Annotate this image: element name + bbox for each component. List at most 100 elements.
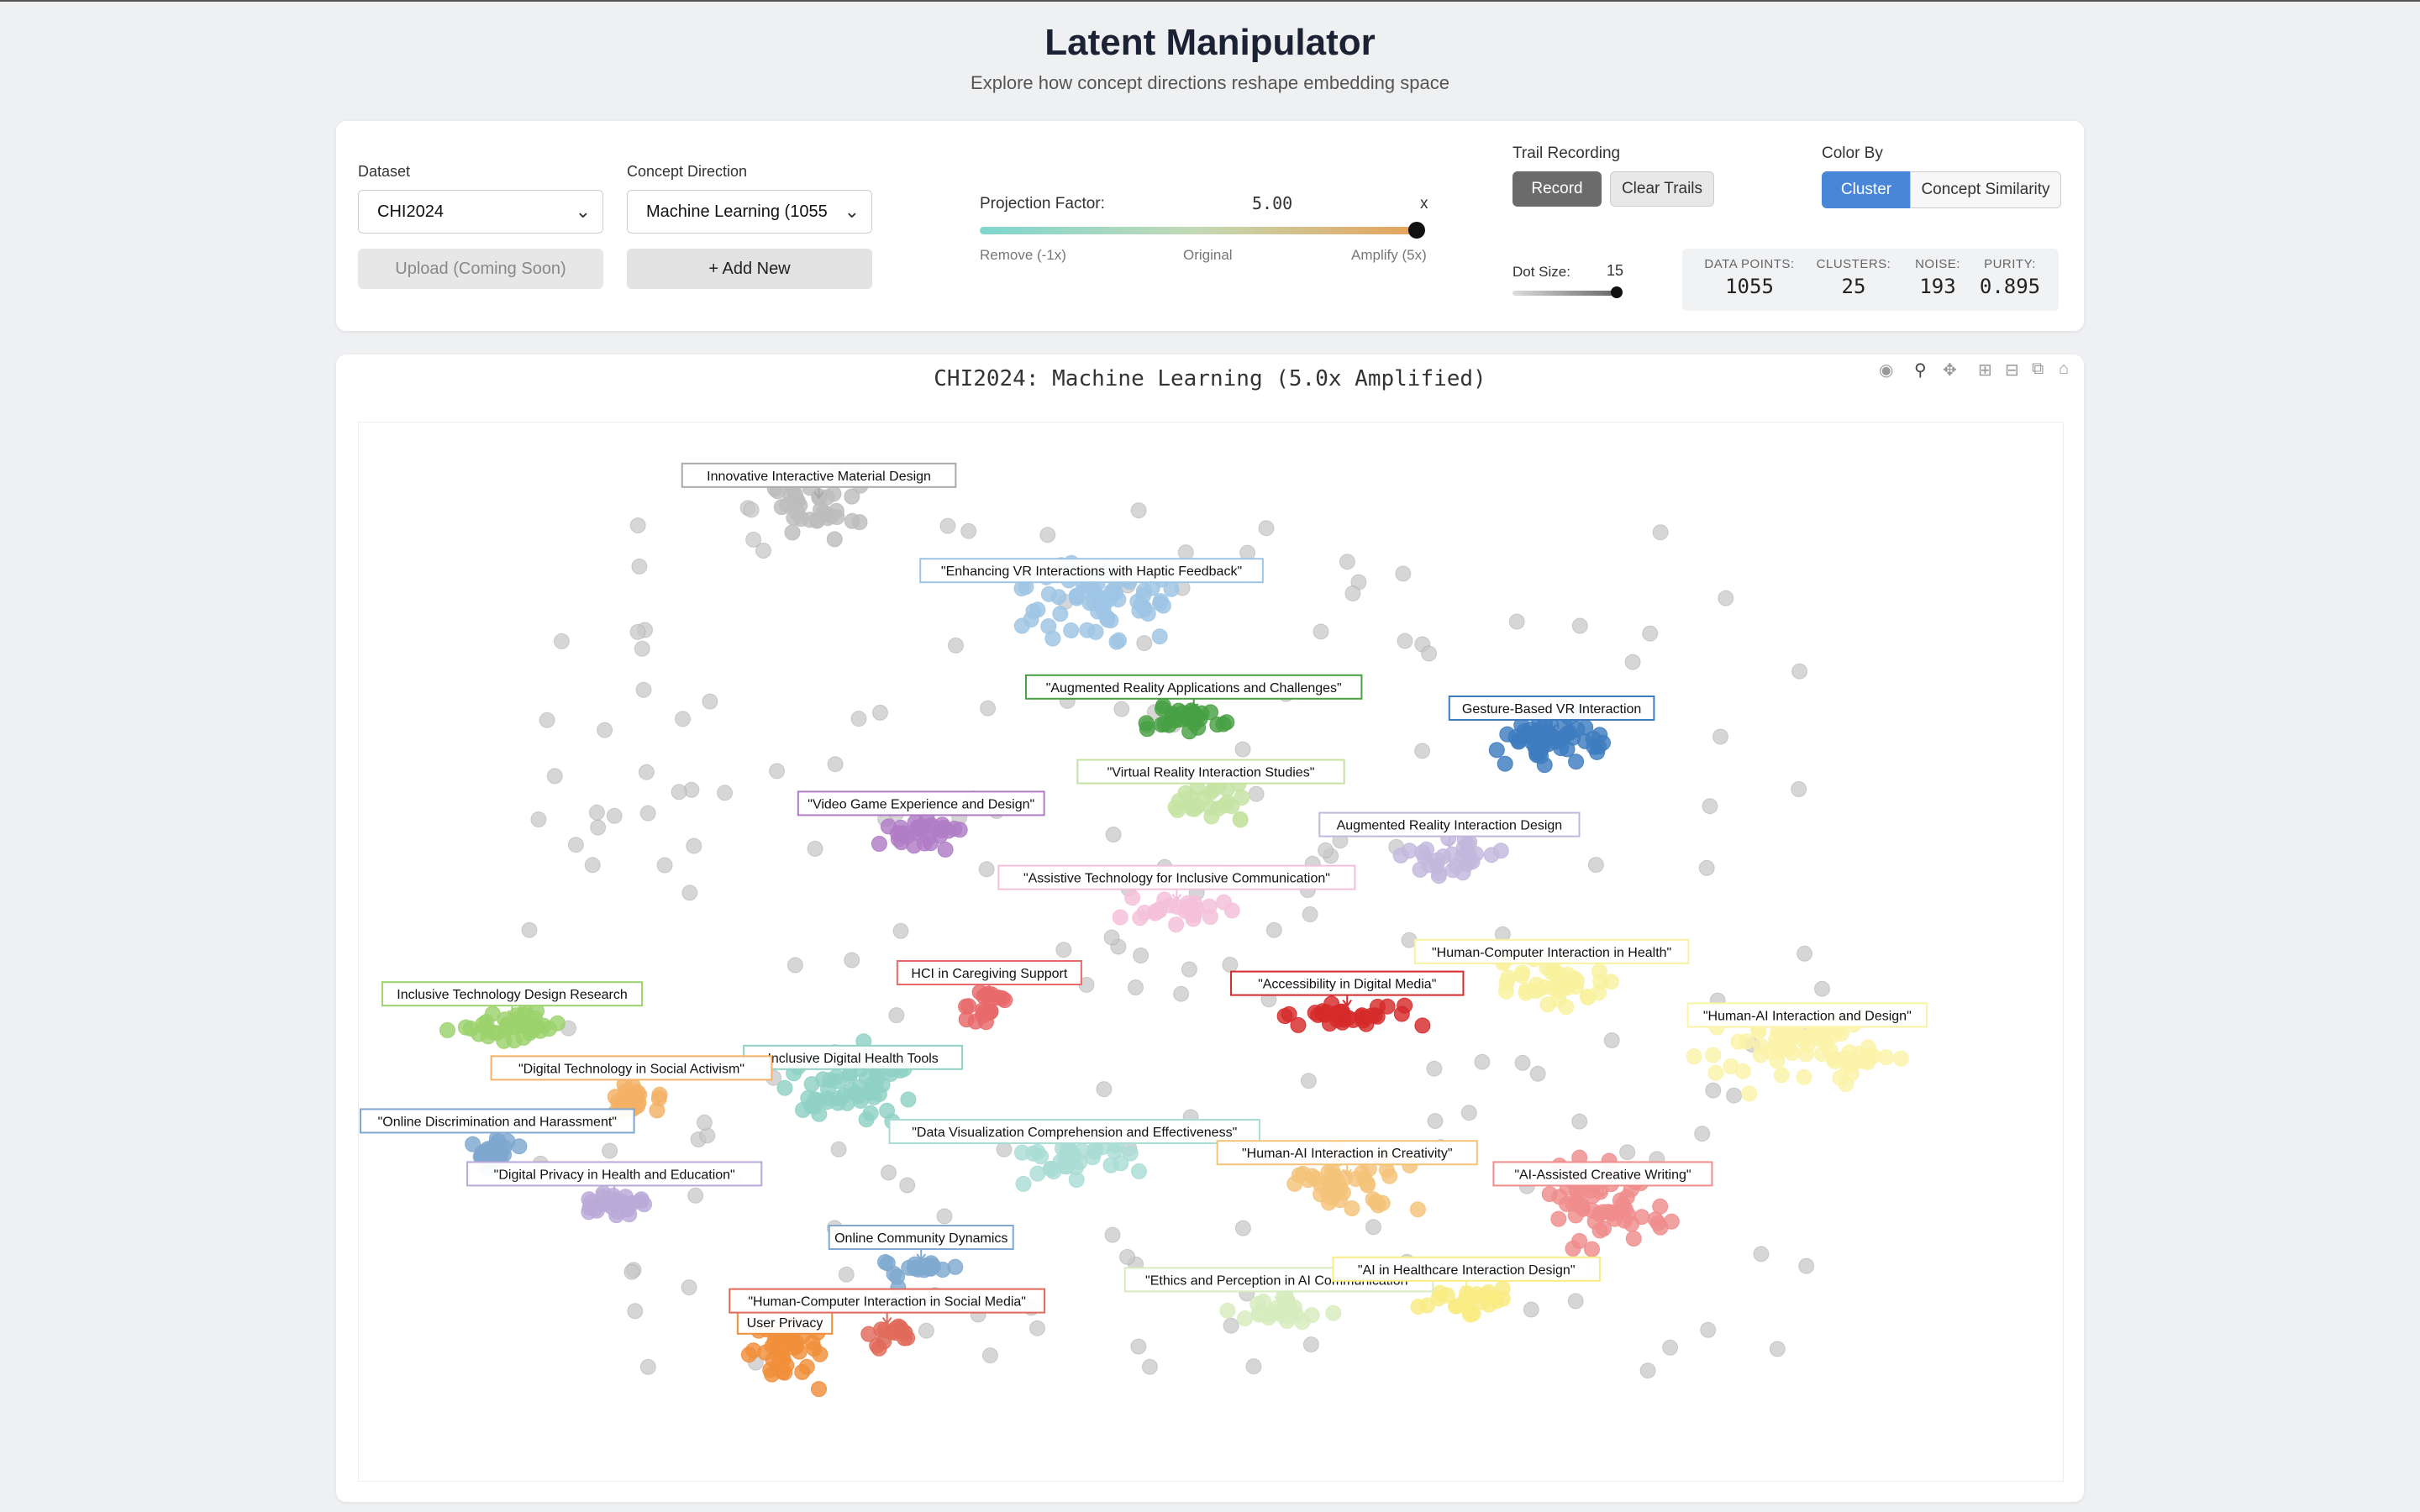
noise-point[interactable] xyxy=(1136,635,1153,652)
data-point[interactable] xyxy=(1314,1005,1331,1022)
noise-point[interactable] xyxy=(1700,1321,1717,1338)
data-point[interactable] xyxy=(1147,905,1164,921)
data-point[interactable] xyxy=(858,1069,875,1086)
noise-point[interactable] xyxy=(981,1347,998,1364)
data-point[interactable] xyxy=(1170,802,1186,818)
data-point[interactable] xyxy=(1090,603,1107,620)
data-point[interactable] xyxy=(1518,984,1534,1001)
data-point[interactable] xyxy=(1734,1063,1751,1079)
data-point[interactable] xyxy=(1369,1008,1386,1025)
data-point[interactable] xyxy=(927,820,944,837)
noise-point[interactable] xyxy=(602,1142,618,1159)
data-point[interactable] xyxy=(1174,705,1191,722)
noise-point[interactable] xyxy=(567,837,584,853)
data-point[interactable] xyxy=(1580,989,1596,1005)
data-point[interactable] xyxy=(791,1343,808,1360)
data-point[interactable] xyxy=(1124,890,1141,906)
data-point[interactable] xyxy=(1264,1306,1281,1323)
data-point[interactable] xyxy=(1393,1005,1410,1022)
noise-point[interactable] xyxy=(1567,1293,1584,1310)
data-point[interactable] xyxy=(1602,974,1619,990)
home-icon[interactable]: ⌂ xyxy=(2059,360,2069,379)
data-point[interactable] xyxy=(828,502,844,519)
data-point[interactable] xyxy=(923,1260,939,1277)
data-point[interactable] xyxy=(516,1006,533,1023)
noise-point[interactable] xyxy=(872,704,888,721)
noise-point[interactable] xyxy=(1718,590,1734,606)
noise-point[interactable] xyxy=(939,517,956,534)
noise-point[interactable] xyxy=(1029,1320,1045,1336)
noise-point[interactable] xyxy=(1791,781,1807,797)
noise-point[interactable] xyxy=(1652,524,1669,541)
data-point[interactable] xyxy=(1063,622,1080,638)
data-point[interactable] xyxy=(1614,1196,1631,1213)
noise-point[interactable] xyxy=(1130,502,1147,519)
noise-point[interactable] xyxy=(1318,842,1334,858)
data-point[interactable] xyxy=(1186,906,1202,923)
noise-point[interactable] xyxy=(881,1164,897,1181)
data-point[interactable] xyxy=(836,1087,853,1104)
noise-point[interactable] xyxy=(1223,1317,1239,1334)
data-point[interactable] xyxy=(1459,856,1476,873)
data-point[interactable] xyxy=(1686,1048,1702,1065)
data-point[interactable] xyxy=(1359,1175,1376,1192)
data-point[interactable] xyxy=(1102,1157,1119,1173)
data-point[interactable] xyxy=(1029,1165,1046,1182)
noise-point[interactable] xyxy=(1133,948,1150,963)
noise-point[interactable] xyxy=(1698,859,1715,876)
noise-point[interactable] xyxy=(639,805,656,822)
data-point[interactable] xyxy=(511,1138,528,1155)
noise-point[interactable] xyxy=(656,857,673,874)
noise-point[interactable] xyxy=(1397,633,1413,649)
data-point[interactable] xyxy=(1705,1047,1722,1063)
data-point[interactable] xyxy=(1409,1201,1426,1218)
data-point[interactable] xyxy=(1412,861,1428,878)
data-point[interactable] xyxy=(776,1079,793,1096)
data-point[interactable] xyxy=(1050,589,1067,606)
data-point[interactable] xyxy=(871,836,887,852)
noise-point[interactable] xyxy=(838,1266,855,1283)
data-point[interactable] xyxy=(595,1189,611,1205)
noise-point[interactable] xyxy=(606,807,623,824)
data-point[interactable] xyxy=(1323,1189,1340,1206)
data-point[interactable] xyxy=(1392,847,1409,864)
data-point[interactable] xyxy=(798,1358,815,1375)
noise-point[interactable] xyxy=(696,1114,713,1131)
noise-point[interactable] xyxy=(1694,1126,1711,1142)
data-point[interactable] xyxy=(540,1021,557,1037)
data-point[interactable] xyxy=(826,531,843,548)
data-point[interactable] xyxy=(1796,1068,1812,1085)
noise-point[interactable] xyxy=(978,861,995,878)
data-point[interactable] xyxy=(1232,811,1249,827)
noise-point[interactable] xyxy=(786,957,803,974)
noise-point[interactable] xyxy=(1460,1105,1477,1121)
data-point[interactable] xyxy=(1498,974,1515,991)
noise-point[interactable] xyxy=(1603,1032,1620,1048)
noise-point[interactable] xyxy=(1642,625,1659,642)
data-point[interactable] xyxy=(1707,1064,1724,1081)
data-point[interactable] xyxy=(1600,1204,1617,1221)
data-point[interactable] xyxy=(1015,1175,1032,1192)
concept-select[interactable]: Machine Learning (1055 ⌄ xyxy=(627,190,872,234)
noise-point[interactable] xyxy=(830,1141,847,1158)
data-point[interactable] xyxy=(521,1025,538,1042)
data-point[interactable] xyxy=(1833,1025,1849,1042)
data-point[interactable] xyxy=(1550,965,1567,982)
noise-point[interactable] xyxy=(597,722,613,738)
noise-point[interactable] xyxy=(1105,827,1122,843)
noise-point[interactable] xyxy=(980,700,997,717)
data-point[interactable] xyxy=(462,1021,479,1037)
noise-point[interactable] xyxy=(850,711,867,727)
data-point[interactable] xyxy=(1739,1033,1755,1050)
data-point[interactable] xyxy=(1353,1009,1370,1025)
data-point[interactable] xyxy=(1219,1302,1236,1319)
noise-point[interactable] xyxy=(546,768,563,785)
noise-point[interactable] xyxy=(1726,1087,1743,1104)
noise-point[interactable] xyxy=(1141,1358,1158,1375)
data-point[interactable] xyxy=(1013,1144,1030,1161)
data-point[interactable] xyxy=(858,1111,875,1128)
noise-point[interactable] xyxy=(1302,1336,1319,1353)
noise-point[interactable] xyxy=(1234,741,1251,758)
noise-point[interactable] xyxy=(936,1208,953,1225)
noise-point[interactable] xyxy=(1055,942,1072,958)
